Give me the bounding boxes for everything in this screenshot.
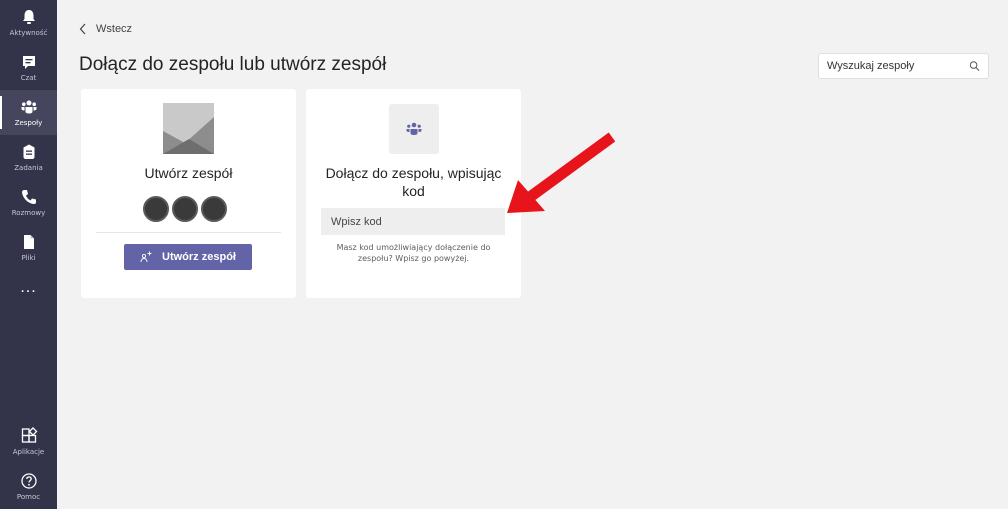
chat-icon [22,56,35,69]
sidebar-item-help[interactable]: Pomoc [0,464,57,509]
apps-icon [21,427,37,443]
avatar-group [143,196,227,222]
join-team-hint: Masz kod umożliwiający dołączenie do zes… [336,243,491,263]
sidebar-item-activity[interactable]: Aktywność [0,0,57,45]
sidebar-item-assignments[interactable]: Zadania [0,135,57,180]
team-placeholder-image [163,103,214,154]
sidebar-item-label: Zespoły [14,119,43,127]
chevron-left-icon [79,23,86,35]
files-icon [23,235,34,249]
join-team-heading: Dołącz do zespołu, wpisując kod [325,165,502,199]
sidebar-item-label: Rozmowy [11,209,46,217]
sidebar-item-calls[interactable]: Rozmowy [0,180,57,225]
sidebar-item-files[interactable]: Pliki [0,225,57,270]
more-icon: ... [20,278,37,296]
page-title: Dołącz do zespołu lub utwórz zespół [79,54,387,75]
add-team-icon [140,251,152,263]
more-apps-button[interactable]: ... [0,270,57,305]
phone-icon [21,190,36,204]
sidebar-item-label: Pomoc [16,493,41,501]
sidebar-item-label: Zadania [14,164,43,172]
create-team-button[interactable]: Utwórz zespół [124,244,252,270]
avatar [201,196,227,222]
sidebar-item-label: Aktywność [9,29,48,37]
join-team-image [389,104,439,154]
avatar [143,196,169,222]
sidebar-item-label: Pliki [21,254,36,262]
bell-icon [22,10,35,24]
sidebar-item-label: Czat [20,74,37,82]
divider [96,232,281,233]
rail-bottom: Aplikacje Pomoc [0,419,57,509]
back-button[interactable]: Wstecz [79,23,132,35]
sidebar-item-teams[interactable]: Zespoły [0,90,57,135]
teams-icon [406,122,422,135]
team-code-input[interactable] [321,208,505,235]
team-search[interactable] [818,53,989,79]
back-label: Wstecz [96,23,133,35]
annotation-arrow [507,132,616,213]
create-team-button-label: Utwórz zespół [162,251,236,263]
search-icon[interactable] [969,60,980,72]
help-icon [20,473,37,489]
app-rail: Aktywność Czat Zespoły Zadania Rozmowy P… [0,0,57,509]
sidebar-item-label: Aplikacje [12,448,45,456]
create-team-card: Utwórz zespół Utwórz zespół [81,89,296,298]
create-team-heading: Utwórz zespół [144,165,233,181]
teams-icon [21,100,36,114]
assignments-icon [23,144,34,159]
sidebar-item-chat[interactable]: Czat [0,45,57,90]
sidebar-item-apps[interactable]: Aplikacje [0,419,57,464]
main-content: Wstecz Dołącz do zespołu lub utwórz zesp… [57,0,1008,509]
search-input[interactable] [827,60,969,72]
avatar [172,196,198,222]
